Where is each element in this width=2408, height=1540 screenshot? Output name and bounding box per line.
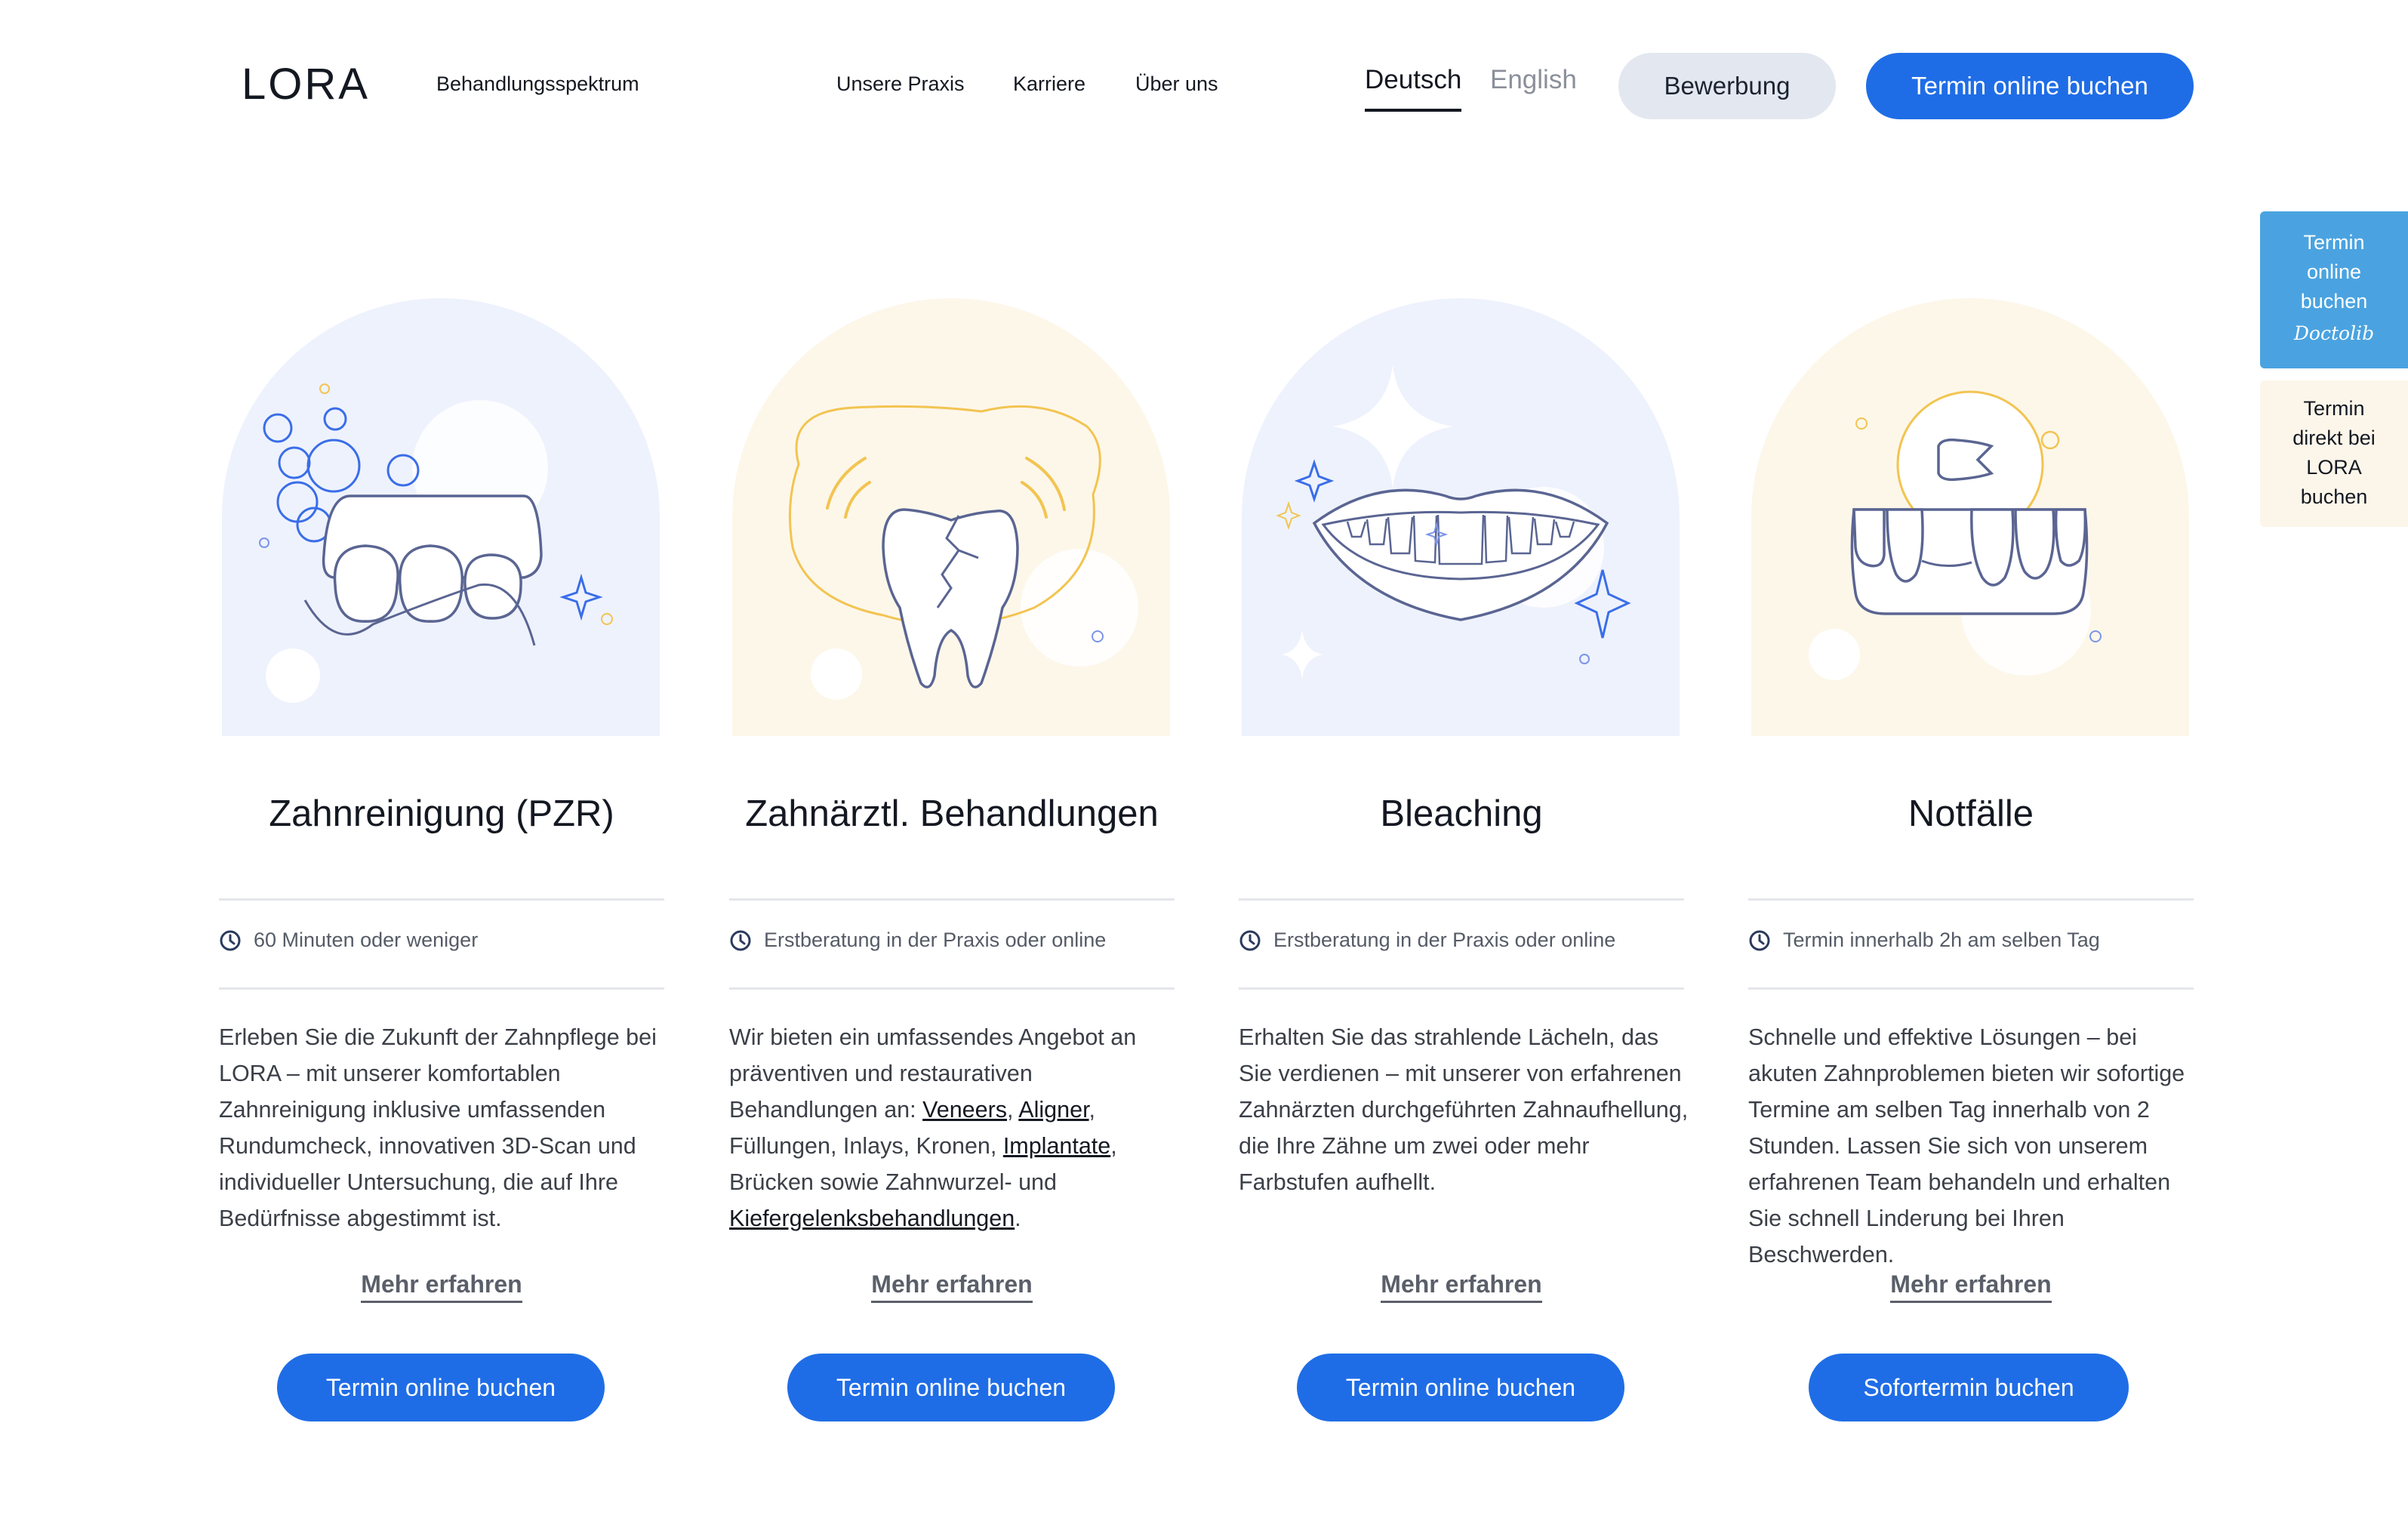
teeth-floss-illustration [222, 298, 660, 736]
more-link-wrapper: Mehr erfahren [219, 1270, 664, 1303]
broken-tooth-illustration [1751, 298, 2189, 736]
divider [219, 987, 664, 990]
main-nav: Behandlungsspektrum Unsere Praxis Karrie… [436, 72, 1218, 96]
header-book-online-button[interactable]: Termin online buchen [1866, 53, 2194, 119]
card-description: Wir bieten ein umfassendes Angebot an pr… [729, 1019, 1182, 1237]
nav-item-unsere-praxis[interactable]: Unsere Praxis [836, 72, 1013, 96]
divider [729, 898, 1175, 901]
card-meta-text: Erstberatung in der Praxis oder online [1273, 929, 1616, 951]
bewerbung-button[interactable]: Bewerbung [1618, 53, 1836, 119]
nav-item-ueber-uns[interactable]: Über uns [1135, 72, 1218, 96]
desc-text: . [1015, 1206, 1021, 1231]
desc-text: , [1007, 1097, 1019, 1123]
smile-illustration [1242, 298, 1680, 736]
book-online-button[interactable]: Termin online buchen [277, 1354, 605, 1421]
more-link-wrapper: Mehr erfahren [729, 1270, 1175, 1303]
card-title: Zahnreinigung (PZR) [269, 793, 614, 834]
language-english[interactable]: English [1490, 65, 1577, 95]
clock-icon [1239, 930, 1261, 950]
kiefergelenksbehandlungen-link[interactable]: Kiefergelenksbehandlungen [729, 1206, 1015, 1231]
doctolib-widget-label: Termin online buchen [2300, 231, 2368, 313]
lora-widget-label: Termin direkt bei LORA buchen [2293, 397, 2376, 508]
aligner-link[interactable]: Aligner [1018, 1097, 1089, 1123]
mehr-erfahren-link[interactable]: Mehr erfahren [1381, 1270, 1542, 1303]
card-meta-text: Termin innerhalb 2h am selben Tag [1783, 929, 2100, 951]
book-online-button[interactable]: Termin online buchen [1297, 1354, 1624, 1421]
divider [1748, 898, 2194, 901]
divider [729, 987, 1175, 990]
book-online-button[interactable]: Termin online buchen [787, 1354, 1115, 1421]
card-meta-text: 60 Minuten oder weniger [254, 929, 479, 951]
clock-icon [730, 930, 751, 950]
mehr-erfahren-link[interactable]: Mehr erfahren [1890, 1270, 2052, 1303]
card-description: Erleben Sie die Zukunft der Zahnpflege b… [219, 1024, 657, 1231]
card-meta: Termin innerhalb 2h am selben Tag [1748, 929, 2100, 952]
lora-direct-booking-widget[interactable]: Termin direkt bei LORA buchen [2260, 380, 2408, 527]
site-header: LORA Behandlungsspektrum Unsere Praxis K… [0, 0, 2408, 174]
divider [1239, 987, 1684, 990]
mehr-erfahren-link[interactable]: Mehr erfahren [361, 1270, 522, 1303]
card-description: Schnelle und effektive Lösungen – bei ak… [1748, 1024, 2185, 1267]
doctolib-booking-widget[interactable]: Termin online buchen Doctolib [2260, 211, 2408, 368]
divider [219, 898, 664, 901]
more-link-wrapper: Mehr erfahren [1239, 1270, 1684, 1303]
mehr-erfahren-link[interactable]: Mehr erfahren [871, 1270, 1033, 1303]
clock-icon [1749, 930, 1770, 950]
nav-item-behandlungsspektrum[interactable]: Behandlungsspektrum [436, 72, 836, 96]
card-title: Notfälle [1908, 793, 2034, 834]
card-meta: Erstberatung in der Praxis oder online [1239, 929, 1615, 952]
cracked-tooth-illustration [732, 298, 1170, 736]
card-meta-text: Erstberatung in der Praxis oder online [764, 929, 1107, 951]
veneers-link[interactable]: Veneers [922, 1097, 1007, 1123]
sofortermin-button[interactable]: Sofortermin buchen [1809, 1354, 2129, 1421]
card-title: Bleaching [1380, 793, 1543, 834]
doctolib-logo: Doctolib [2293, 322, 2375, 344]
implantate-link[interactable]: Implantate [1003, 1133, 1110, 1159]
nav-item-karriere[interactable]: Karriere [1013, 72, 1135, 96]
card-title: Zahnärztl. Behandlungen [745, 793, 1159, 834]
language-deutsch[interactable]: Deutsch [1365, 65, 1462, 112]
card-description: Erhalten Sie das strahlende Lächeln, das… [1239, 1024, 1689, 1195]
card-meta: 60 Minuten oder weniger [219, 929, 478, 952]
card-meta: Erstberatung in der Praxis oder online [729, 929, 1106, 952]
more-link-wrapper: Mehr erfahren [1748, 1270, 2194, 1303]
clock-icon [220, 930, 241, 950]
logo[interactable]: LORA [242, 59, 370, 109]
divider [1748, 987, 2194, 990]
divider [1239, 898, 1684, 901]
